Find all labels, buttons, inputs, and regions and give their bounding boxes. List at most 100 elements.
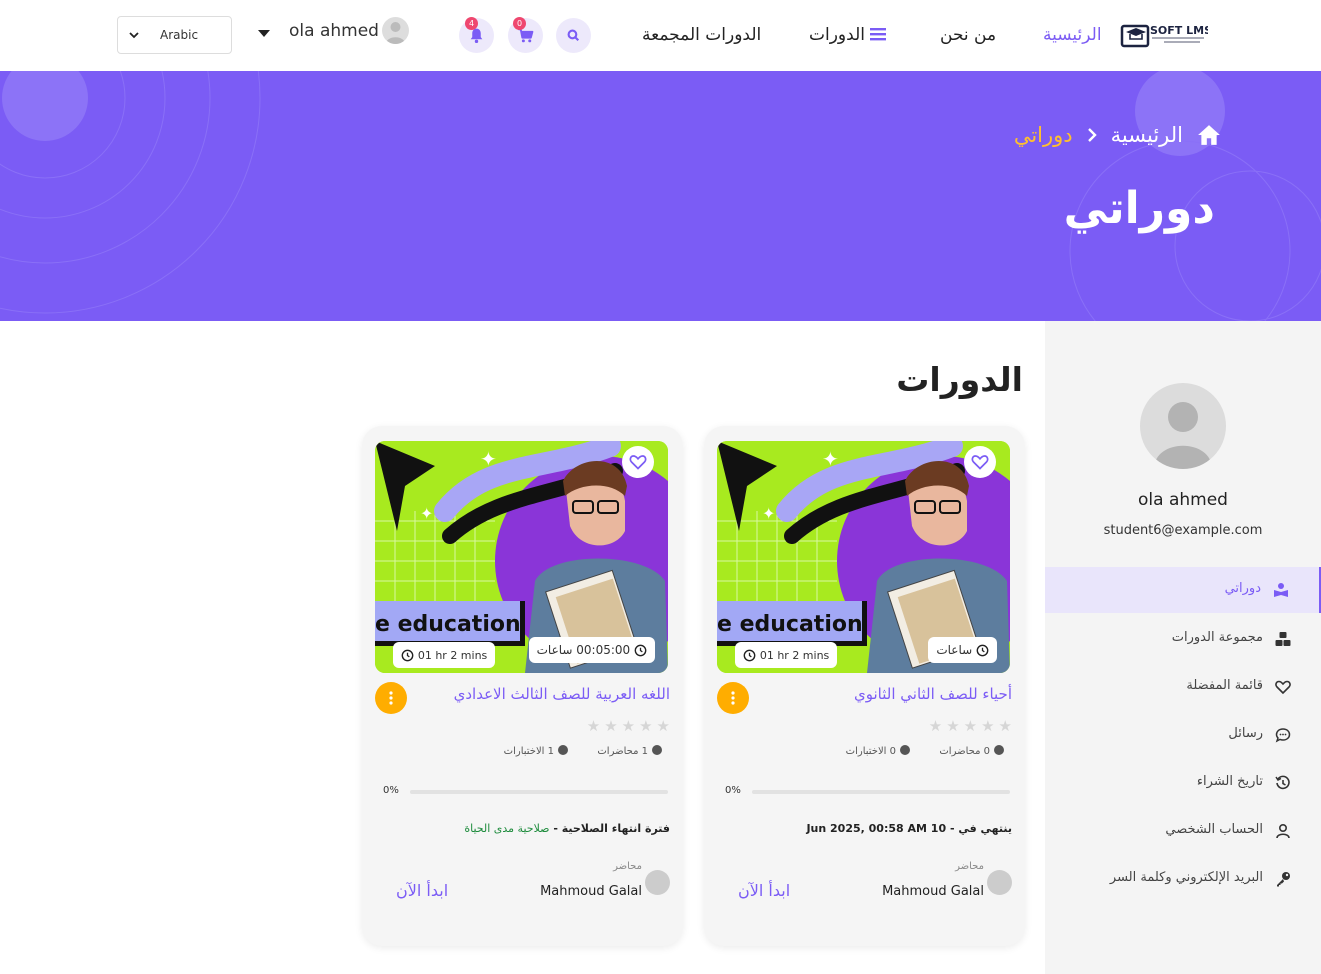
sidebar-item-course-bundles[interactable]: مجموعة الدورات bbox=[1045, 616, 1321, 662]
nav-courses-label: الدورات bbox=[809, 25, 865, 45]
lectures-count: 1 محاضرات bbox=[597, 745, 662, 757]
svg-text:✦: ✦ bbox=[822, 447, 839, 471]
expiry-label: ينتهي في - bbox=[946, 822, 1012, 835]
chat-icon bbox=[1275, 728, 1291, 743]
nav-about[interactable]: من نحن bbox=[940, 25, 996, 45]
duration-short: 01 hr 2 mins bbox=[417, 649, 488, 662]
sidebar-item-wishlist[interactable]: قائمة المفضلة bbox=[1045, 664, 1321, 710]
duration-short-pill: 01 hr 2 mins bbox=[735, 642, 838, 668]
instructor-name[interactable]: Mahmoud Galal bbox=[540, 884, 642, 899]
thumbnail-caption: e education bbox=[375, 612, 521, 637]
cart-count-badge: 0 bbox=[513, 17, 526, 30]
lectures-label: 1 محاضرات bbox=[597, 746, 648, 757]
instructor-role: محاضر bbox=[955, 861, 984, 872]
star-icon: ★ bbox=[981, 717, 995, 735]
logo-text: SOFT LMS bbox=[1150, 24, 1208, 37]
nav-courses[interactable]: الدورات bbox=[809, 25, 887, 45]
heart-icon bbox=[971, 455, 989, 470]
lectures-count: 0 محاضرات bbox=[939, 745, 1004, 757]
book-reader-icon bbox=[1274, 583, 1288, 597]
duration-pill: 00:05:00 ساعات bbox=[528, 637, 655, 663]
breadcrumb-home[interactable]: الرئيسية bbox=[1111, 123, 1183, 147]
wishlist-button[interactable] bbox=[622, 446, 654, 478]
home-icon[interactable] bbox=[1197, 124, 1221, 146]
duration-time: 00:05:00 bbox=[576, 643, 631, 657]
progress-percent: 0% bbox=[383, 785, 399, 796]
star-icon: ★ bbox=[604, 717, 618, 735]
duration-pill: ساعات bbox=[928, 637, 997, 663]
quizzes-label: 0 الاختبارات bbox=[845, 746, 896, 757]
top-header: Arabic ola ahmed 4 0 الدورات المجمعة الد… bbox=[0, 0, 1321, 71]
clock-icon bbox=[976, 644, 989, 657]
user-name[interactable]: ola ahmed bbox=[289, 21, 379, 41]
profile-email: student6@example.com bbox=[1103, 523, 1263, 538]
star-icon: ★ bbox=[639, 717, 653, 735]
instructor-role: محاضر bbox=[613, 861, 642, 872]
more-vertical-icon bbox=[731, 691, 735, 705]
page-hero: الرئيسية دوراتي دوراتي bbox=[0, 71, 1321, 321]
course-title[interactable]: أحياء للصف الثاني الثانوي bbox=[854, 685, 1012, 703]
course-title[interactable]: اللغه العربية للصف الثالث الاعدادي bbox=[454, 685, 670, 703]
duration-short-pill: 01 hr 2 mins bbox=[393, 642, 496, 668]
rating-stars: ★ ★ ★ ★ ★ bbox=[587, 717, 670, 735]
search-button[interactable] bbox=[556, 18, 591, 53]
user-avatar[interactable] bbox=[382, 17, 409, 44]
key-icon bbox=[1277, 872, 1290, 887]
instructor-avatar bbox=[987, 870, 1012, 895]
rating-stars: ★ ★ ★ ★ ★ bbox=[929, 717, 1012, 735]
profile-avatar bbox=[1140, 383, 1226, 469]
sidebar-item-label: الحساب الشخصي bbox=[1165, 822, 1263, 837]
avatar-placeholder-icon bbox=[386, 22, 405, 44]
sidebar-item-label: البريد الإلكتروني وكلمة السر bbox=[1109, 870, 1263, 885]
sidebar-item-profile[interactable]: الحساب الشخصي bbox=[1045, 808, 1321, 854]
wishlist-button[interactable] bbox=[964, 446, 996, 478]
heart-icon bbox=[1275, 680, 1291, 695]
sidebar-item-messages[interactable]: رسائل bbox=[1045, 712, 1321, 758]
lectures-label: 0 محاضرات bbox=[939, 746, 990, 757]
star-icon: ★ bbox=[586, 717, 601, 735]
clock-icon bbox=[743, 649, 756, 662]
avatar-placeholder-icon bbox=[1154, 402, 1212, 469]
instructor-name[interactable]: Mahmoud Galal bbox=[882, 884, 984, 899]
sidebar-item-email-password[interactable]: البريد الإلكتروني وكلمة السر bbox=[1045, 856, 1321, 902]
sidebar-item-purchase-history[interactable]: تاريخ الشراء bbox=[1045, 760, 1321, 806]
course-options-button[interactable] bbox=[717, 682, 749, 714]
nav-bundles[interactable]: الدورات المجمعة bbox=[642, 25, 761, 45]
sidebar-item-label: مجموعة الدورات bbox=[1171, 630, 1263, 645]
course-thumbnail[interactable]: ✦ ✦ e education ساعات 01 hr 2 mins bbox=[717, 441, 1010, 673]
question-circle-icon bbox=[558, 745, 568, 755]
start-now-button[interactable]: ابدأ الآن bbox=[396, 881, 448, 900]
page-title: دوراتي bbox=[1063, 183, 1215, 234]
sidebar-item-my-courses[interactable]: دوراتي bbox=[1045, 567, 1321, 613]
nav-home[interactable]: الرئيسية bbox=[1043, 25, 1102, 45]
star-icon: ★ bbox=[621, 717, 636, 735]
language-select[interactable]: Arabic bbox=[117, 16, 232, 54]
start-now-button[interactable]: ابدأ الآن bbox=[738, 881, 790, 900]
history-icon bbox=[1275, 775, 1290, 790]
chevron-down-icon bbox=[129, 32, 139, 39]
course-card: ✦ ✦ e education 00:05:00 ساعات 01 hr 2 m… bbox=[362, 426, 683, 946]
logo-mark-icon: SOFT LMS bbox=[1120, 24, 1212, 48]
user-icon bbox=[1276, 823, 1290, 839]
course-card: ✦ ✦ e education ساعات 01 hr 2 mins أحياء… bbox=[704, 426, 1025, 946]
course-thumbnail[interactable]: ✦ ✦ e education 00:05:00 ساعات 01 hr 2 m… bbox=[375, 441, 668, 673]
instructor-avatar bbox=[645, 870, 670, 895]
site-logo[interactable]: SOFT LMS bbox=[1120, 20, 1212, 50]
question-circle-icon bbox=[900, 745, 910, 755]
breadcrumb-current: دوراتي bbox=[1013, 123, 1073, 147]
quizzes-label: 1 الاختبارات bbox=[503, 746, 554, 757]
progress-bar bbox=[410, 790, 668, 794]
expiry-info: ينتهي في - 10 Jun 2025, 00:58 AM bbox=[806, 822, 1012, 835]
sidebar-item-label: دوراتي bbox=[1224, 581, 1261, 596]
clock-icon bbox=[401, 649, 414, 662]
duration-unit: ساعات bbox=[536, 643, 573, 657]
profile-name: ola ahmed bbox=[1138, 490, 1228, 510]
expiry-value: 10 Jun 2025, 00:58 AM bbox=[806, 822, 947, 835]
duration-unit: ساعات bbox=[936, 643, 973, 657]
section-title: الدورات bbox=[896, 360, 1023, 399]
profile-sidebar: ola ahmed student6@example.com دوراتي مج… bbox=[1045, 321, 1321, 974]
course-options-button[interactable] bbox=[375, 682, 407, 714]
search-icon bbox=[567, 29, 580, 42]
duration-short: 01 hr 2 mins bbox=[759, 649, 830, 662]
user-menu-caret-icon[interactable] bbox=[258, 30, 270, 37]
